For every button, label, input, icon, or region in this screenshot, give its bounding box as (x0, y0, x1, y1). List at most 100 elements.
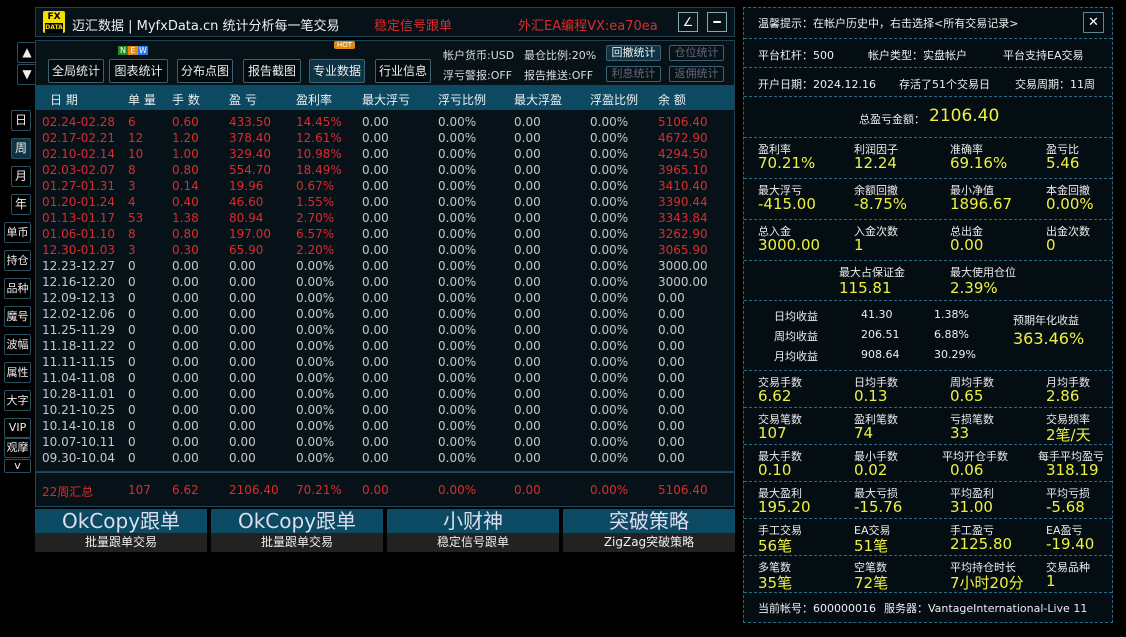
column-header-8[interactable]: 浮盈比例 (590, 91, 638, 108)
column-header-7[interactable]: 最大浮盈 (514, 91, 562, 108)
table-row[interactable]: 12.16-12.20 0 0.00 0.00 0.00% 0.00 0.00% 0.00 0.… (36, 275, 736, 291)
table-cell: 0.00% (438, 435, 477, 449)
column-header-2[interactable]: 手 数 (172, 91, 200, 108)
table-row[interactable]: 02.24-02.28 6 0.60 433.50 14.45% 0.00 0.00% 0.0… (36, 115, 736, 131)
column-header-6[interactable]: 浮亏比例 (438, 91, 486, 108)
position-stats-button[interactable]: 仓位统计 (669, 45, 724, 61)
side-tab-11[interactable]: VIP (4, 418, 31, 438)
table-cell: 09.30-10.04 (42, 451, 116, 465)
drawdown-stats-button[interactable]: 回撤统计 (606, 45, 661, 61)
table-row[interactable]: 10.28-11.01 0 0.00 0.00 0.00% 0.00 0.00% 0.00 0.… (36, 387, 736, 403)
stat-value: 0.00 (950, 236, 984, 254)
side-tab-7[interactable]: 魔号 (4, 306, 31, 327)
signal-link[interactable]: 稳定信号跟单 (374, 15, 452, 34)
table-cell: 0.00% (590, 227, 629, 241)
side-tab-9[interactable]: 属性 (4, 362, 31, 383)
table-row[interactable]: 12.23-12.27 0 0.00 0.00 0.00% 0.00 0.00% 0.00 0.… (36, 259, 736, 275)
side-tab-0[interactable]: 日 (11, 110, 31, 131)
table-cell: 0.00% (590, 211, 629, 225)
table-cell: 0.00% (590, 387, 629, 401)
table-row[interactable]: 01.06-01.10 8 0.80 197.00 6.57% 0.00 0.00% 0.00… (36, 227, 736, 243)
table-row[interactable]: 11.04-11.08 0 0.00 0.00 0.00% 0.00 0.00% 0.00 0.… (36, 371, 736, 387)
side-tab-6[interactable]: 品种 (4, 278, 31, 299)
table-row[interactable]: 12.02-12.06 0 0.00 0.00 0.00% 0.00 0.00% 0.00 0.… (36, 307, 736, 323)
column-header-5[interactable]: 最大浮亏 (362, 91, 410, 108)
side-tab-13[interactable]: v (4, 459, 31, 473)
toolbar-button-5[interactable]: 行业信息 (375, 59, 431, 83)
table-row[interactable]: 09.30-10.04 0 0.00 0.00 0.00% 0.00 0.00% 0.00 0.… (36, 451, 736, 467)
side-tab-3[interactable]: 年 (11, 194, 31, 215)
promo-button-1[interactable]: OkCopy跟单 批量跟单交易 (211, 509, 383, 552)
side-tab-4[interactable]: 单币 (4, 222, 31, 243)
new-badge-e: E (128, 46, 138, 55)
table-cell: 0.00 (362, 387, 389, 401)
table-row[interactable]: 01.13-01.17 53 1.38 80.94 2.70% 0.00 0.00% 0.00… (36, 211, 736, 227)
table-row[interactable]: 10.07-10.11 0 0.00 0.00 0.00% 0.00 0.00% 0.00 0.… (36, 435, 736, 451)
column-header-1[interactable]: 单 量 (128, 91, 156, 108)
column-header-0[interactable]: 日 期 (50, 91, 78, 108)
toolbar-button-4[interactable]: 专业数据 (309, 59, 365, 83)
toolbar-button-0[interactable]: 全局统计 (48, 59, 104, 83)
table-cell: 12.30-01.03 (42, 243, 116, 257)
table-cell: 0.00 (229, 307, 256, 321)
close-icon[interactable]: ✕ (1083, 12, 1104, 33)
rebate-stats-button[interactable]: 返佣统计 (669, 66, 724, 82)
report-push[interactable]: 报告推送:OFF (524, 67, 593, 83)
scroll-up-button[interactable]: ▲ (17, 42, 37, 63)
table-cell: 4294.50 (658, 147, 708, 161)
side-tab-10[interactable]: 大字 (4, 390, 31, 411)
side-tab-8[interactable]: 波幅 (4, 334, 31, 355)
table-row[interactable]: 10.14-10.18 0 0.00 0.00 0.00% 0.00 0.00% 0.00 0.… (36, 419, 736, 435)
table-cell: 0.00% (438, 419, 477, 433)
table-row[interactable]: 12.30-01.03 3 0.30 65.90 2.20% 0.00 0.00% 0.00 0… (36, 243, 736, 259)
max-margin-value: 115.81 (839, 279, 892, 297)
side-tab-12[interactable]: 观摩 (4, 438, 31, 458)
table-cell: 3065.90 (658, 243, 708, 257)
column-header-9[interactable]: 余 额 (658, 91, 686, 108)
promo-button-0[interactable]: OkCopy跟单 批量跟单交易 (35, 509, 207, 552)
stat-value: -415.00 (758, 195, 816, 213)
table-cell: 0.40 (172, 195, 199, 209)
promo-button-3[interactable]: 突破策略 ZigZag突破策略 (563, 509, 735, 552)
table-cell: 11.04-11.08 (42, 371, 116, 385)
table-cell: 0.00% (590, 275, 629, 289)
stat-value: 56笔 (758, 537, 793, 555)
side-tab-1[interactable]: 周 (11, 138, 31, 159)
table-row[interactable]: 11.25-11.29 0 0.00 0.00 0.00% 0.00 0.00% 0.00 0.… (36, 323, 736, 339)
promo-button-2[interactable]: 小财神 稳定信号跟单 (387, 509, 559, 552)
table-row[interactable]: 10.21-10.25 0 0.00 0.00 0.00% 0.00 0.00% 0.00 0.… (36, 403, 736, 419)
toolbar-button-3[interactable]: 报告截图 (243, 59, 301, 83)
table-row[interactable]: 12.09-12.13 0 0.00 0.00 0.00% 0.00 0.00% 0.00 0.… (36, 291, 736, 307)
stat-value: 2笔/天 (1046, 426, 1091, 444)
table-row[interactable]: 02.03-02.07 8 0.80 554.70 18.49% 0.00 0.00% 0.0… (36, 163, 736, 179)
stat-value: 107 (758, 424, 787, 442)
toolbar-button-2[interactable]: 分布点图 (177, 59, 233, 83)
toolbar-button-1[interactable]: 图表统计 (109, 59, 168, 83)
table-cell: 0.00 (362, 339, 389, 353)
minimize-button[interactable]: ━ (707, 12, 727, 32)
table-cell: 0.00% (438, 259, 477, 273)
column-header-3[interactable]: 盈 亏 (229, 91, 257, 108)
side-tab-2[interactable]: 月 (11, 166, 31, 187)
avg-label: 日均收益 (774, 310, 818, 323)
account-currency: 帐户货币:USD (443, 49, 515, 62)
side-tab-5[interactable]: 持仓 (4, 250, 31, 271)
table-row[interactable]: 11.11-11.15 0 0.00 0.00 0.00% 0.00 0.00% 0.00 0.… (36, 355, 736, 371)
scroll-down-button[interactable]: ▼ (17, 64, 37, 85)
promo-subtitle: ZigZag突破策略 (563, 533, 735, 552)
table-cell: 0.00 (229, 403, 256, 417)
table-row[interactable]: 11.18-11.22 0 0.00 0.00 0.00% 0.00 0.00% 0.00 0.… (36, 339, 736, 355)
table-row[interactable]: 01.27-01.31 3 0.14 19.96 0.67% 0.00 0.00% 0.00 0… (36, 179, 736, 195)
resize-button[interactable]: ∠ (678, 12, 698, 32)
table-cell: 329.40 (229, 147, 271, 161)
table-row[interactable]: 01.20-01.24 4 0.40 46.60 1.55% 0.00 0.00% 0.00 0… (36, 195, 736, 211)
stat-value: 7小时20分 (950, 574, 1024, 592)
table-row[interactable]: 02.10-02.14 10 1.00 329.40 10.98% 0.00 0.00% 0.… (36, 147, 736, 163)
column-header-4[interactable]: 盈利率 (296, 91, 332, 108)
summary-cell: 0.00 (362, 483, 389, 497)
margin-section: 最大占保证金 115.81 最大使用仓位 2.39% (744, 261, 1112, 301)
interest-stats-button[interactable]: 利息统计 (606, 66, 661, 82)
float-alert[interactable]: 浮亏警报:OFF (443, 67, 512, 83)
table-cell: 0.00 (229, 419, 256, 433)
table-row[interactable]: 02.17-02.21 12 1.20 378.40 12.61% 0.00 0.00% 0.… (36, 131, 736, 147)
